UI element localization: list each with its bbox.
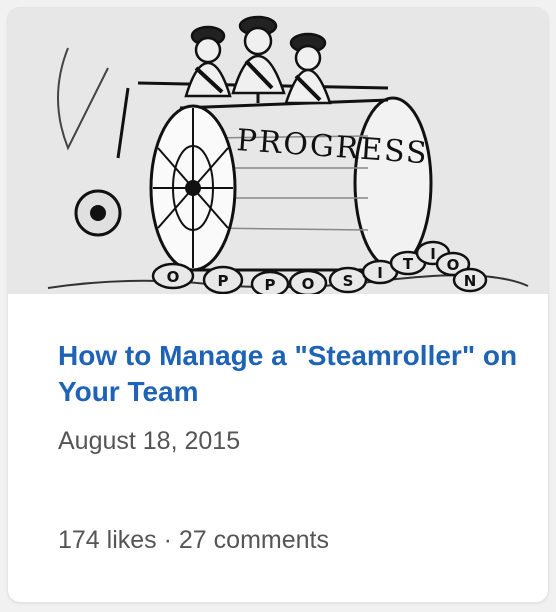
post-body: How to Manage a "Steamroller" on Your Te… xyxy=(58,338,518,456)
post-card[interactable]: PROGRESS O P P O S I T I O N How to Mana… xyxy=(8,8,548,602)
pebble-letter: O xyxy=(302,275,315,293)
pebble-letter: P xyxy=(218,272,229,290)
post-stats: 174 likes · 27 comments xyxy=(58,525,329,555)
post-thumbnail[interactable]: PROGRESS O P P O S I T I O N xyxy=(8,8,548,294)
pebble-letter: T xyxy=(403,255,414,273)
pebble-letter: N xyxy=(464,272,477,290)
post-title-link[interactable]: How to Manage a "Steamroller" on Your Te… xyxy=(58,338,518,410)
pebble-letter: I xyxy=(377,264,383,282)
steamroller-cartoon-illustration: PROGRESS O P P O S I T I O N xyxy=(8,8,548,294)
post-date: August 18, 2015 xyxy=(58,427,241,455)
comments-count[interactable]: 27 comments xyxy=(179,526,329,554)
likes-count[interactable]: 174 likes xyxy=(58,526,157,554)
pebble-letter: P xyxy=(265,276,276,294)
pebble-letter: O xyxy=(167,268,180,286)
pebble-letter: S xyxy=(343,272,354,290)
pebble-letter: I xyxy=(430,245,436,263)
stats-separator: · xyxy=(163,526,172,554)
pebble-letter: O xyxy=(447,256,460,274)
